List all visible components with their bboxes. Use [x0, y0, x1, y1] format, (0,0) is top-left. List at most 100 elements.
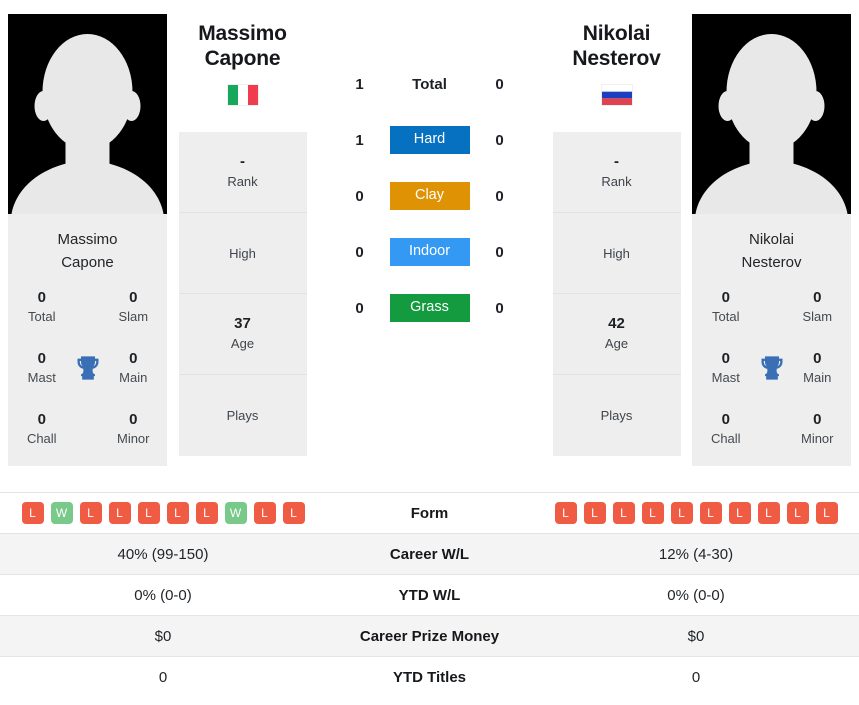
form-right-cell: LLLLLLLLLL	[533, 493, 859, 534]
left-titles-slam-value: 0	[129, 288, 138, 306]
ytd-wl-label: YTD W/L	[398, 586, 461, 604]
form-badge-loss: L	[137, 502, 160, 524]
form-badge-loss: L	[699, 502, 722, 524]
left-titles-card: Massimo Capone 0 Total 0 Slam 0 Mast 0 M…	[8, 214, 167, 466]
right-titles-minor-value: 0	[813, 410, 822, 428]
left-form-badges: LWLLLLLWLL	[6, 502, 320, 524]
form-badge-loss: L	[195, 502, 218, 524]
h2h-row-grass: 0 Grass 0	[310, 280, 549, 336]
form-badge-loss: L	[554, 502, 577, 524]
table-row-career-wl: 40% (99-150) Career W/L 12% (4-30)	[0, 533, 859, 575]
right-titles-total: 0 Total	[712, 289, 739, 326]
ytd-titles-right: 0	[691, 668, 701, 686]
ytd-titles-left: 0	[158, 668, 168, 686]
left-titles-mast-label: Mast	[27, 370, 56, 386]
left-card-last-name: Capone	[61, 254, 114, 272]
form-badge-loss: L	[79, 502, 102, 524]
left-titles-spacer-top	[66, 307, 110, 308]
h2h-total-right: 0	[495, 75, 504, 93]
right-player-column: Nikolai Nesterov 0 Total 0 Slam 0 Mast 0…	[684, 0, 859, 466]
prize-money-left: $0	[154, 627, 172, 645]
right-titles-mast-value: 0	[721, 349, 730, 367]
right-high-label: High	[603, 245, 630, 261]
h2h-grass-left: 0	[355, 299, 364, 317]
form-badge-loss: L	[786, 502, 809, 524]
right-player-info-column: Nikolai Nesterov - Rank High 42 Age Play…	[549, 0, 684, 456]
left-info-high: High	[178, 213, 307, 294]
form-left-cell: LWLLLLLWLL	[0, 493, 326, 534]
right-titles-main-value: 0	[813, 349, 822, 367]
left-player-name-line2: Capone	[204, 46, 281, 70]
trophy-icon	[66, 354, 110, 382]
right-titles-slam: 0 Slam	[802, 289, 832, 326]
form-badge-loss: L	[612, 502, 635, 524]
right-titles-mast-label: Mast	[711, 370, 740, 386]
left-titles-chall-value: 0	[37, 410, 46, 428]
right-rank-label: Rank	[601, 173, 632, 189]
left-card-first-name: Massimo	[57, 231, 118, 248]
left-titles-spacer-bottom	[66, 429, 110, 430]
left-info-card: - Rank High 37 Age Plays	[178, 131, 307, 456]
left-titles-main-value: 0	[129, 349, 138, 367]
surface-chip-grass: Grass	[389, 293, 470, 323]
left-plays-label: Plays	[226, 408, 259, 424]
ytd-titles-label: YTD Titles	[392, 668, 467, 686]
left-age-value: 37	[234, 314, 251, 332]
h2h-clay-left: 0	[355, 187, 364, 205]
form-badge-loss: L	[670, 502, 693, 524]
surface-chip-indoor: Indoor	[389, 237, 470, 267]
table-row-ytd-titles: 0 YTD Titles 0	[0, 656, 859, 698]
form-badge-loss: L	[583, 502, 606, 524]
table-row-form: LWLLLLLWLL Form LLLLLLLLLL	[0, 492, 859, 534]
right-player-name-line2: Nesterov	[572, 46, 661, 70]
left-player-info-column: Massimo Capone - Rank High 37 Age Plays	[175, 0, 310, 456]
flag-italy-icon	[226, 83, 259, 106]
left-titles-minor: 0 Minor	[117, 411, 150, 448]
top-comparison-area: Massimo Capone 0 Total 0 Slam 0 Mast 0 M…	[0, 0, 859, 487]
right-titles-spacer-top	[750, 307, 794, 308]
form-badge-win: W	[50, 502, 73, 524]
form-badge-loss: L	[108, 502, 131, 524]
form-badge-loss: L	[253, 502, 276, 524]
table-row-prize-money: $0 Career Prize Money $0	[0, 615, 859, 657]
left-titles-chall-label: Chall	[26, 431, 57, 447]
left-titles-minor-value: 0	[129, 410, 138, 428]
h2h-row-indoor: 0 Indoor 0	[310, 224, 549, 280]
left-titles-grid: 0 Total 0 Slam 0 Mast 0 Main 0 Chall 0 M…	[18, 289, 157, 448]
left-rank-value: -	[240, 152, 245, 170]
head-to-head-column: 1 Total 0 1 Hard 0 0 Clay 0 0 Indoor 0 0…	[310, 0, 549, 336]
left-player-column: Massimo Capone 0 Total 0 Slam 0 Mast 0 M…	[0, 0, 175, 466]
right-form-badges: LLLLLLLLLL	[539, 502, 853, 524]
right-titles-card: Nikolai Nesterov 0 Total 0 Slam 0 Mast 0…	[692, 214, 851, 466]
form-label: Form	[410, 504, 449, 522]
left-titles-mast: 0 Mast	[28, 350, 56, 387]
left-titles-slam-label: Slam	[118, 309, 149, 325]
right-titles-chall-label: Chall	[710, 431, 741, 447]
h2h-hard-left: 1	[355, 131, 364, 149]
h2h-hard-right: 0	[495, 131, 504, 149]
h2h-indoor-left: 0	[355, 243, 364, 261]
left-titles-main: 0 Main	[119, 350, 147, 387]
right-age-value: 42	[608, 314, 625, 332]
left-titles-total-label: Total	[28, 309, 56, 325]
h2h-total-label: Total	[412, 75, 447, 93]
h2h-row-total: 1 Total 0	[310, 56, 549, 112]
left-info-rank: - Rank	[178, 132, 307, 213]
right-titles-spacer-bottom	[750, 429, 794, 430]
flag-russia-icon	[600, 83, 633, 106]
ytd-wl-right: 0% (0-0)	[667, 586, 725, 604]
left-player-avatar	[8, 14, 167, 214]
right-titles-chall: 0 Chall	[711, 411, 741, 448]
career-wl-label: Career W/L	[389, 545, 470, 563]
form-badge-loss: L	[728, 502, 751, 524]
right-info-high: High	[552, 213, 681, 294]
left-high-label: High	[229, 245, 256, 261]
right-titles-slam-value: 0	[813, 288, 822, 306]
form-badge-win: W	[224, 502, 247, 524]
right-age-label: Age	[604, 335, 629, 351]
career-wl-right: 12% (4-30)	[658, 545, 734, 563]
right-card-last-name: Nesterov	[741, 254, 802, 272]
surface-chip-clay: Clay	[389, 181, 470, 211]
left-age-label: Age	[230, 335, 255, 351]
right-info-card: - Rank High 42 Age Plays	[552, 131, 681, 456]
